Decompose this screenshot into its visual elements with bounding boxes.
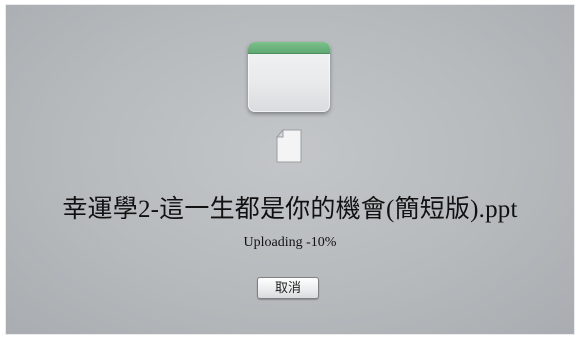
app-window-icon	[248, 42, 330, 112]
upload-status: Uploading -10%	[243, 235, 337, 250]
cancel-button[interactable]: 取消	[257, 277, 319, 299]
upload-dialog: 幸運學2-這一生都是你的機會(簡短版).ppt Uploading -10% 取…	[6, 5, 574, 334]
file-name: 幸運學2-這一生都是你的機會(簡短版).ppt	[62, 196, 518, 223]
window-titlebar	[248, 42, 330, 54]
document-icon	[276, 129, 302, 163]
